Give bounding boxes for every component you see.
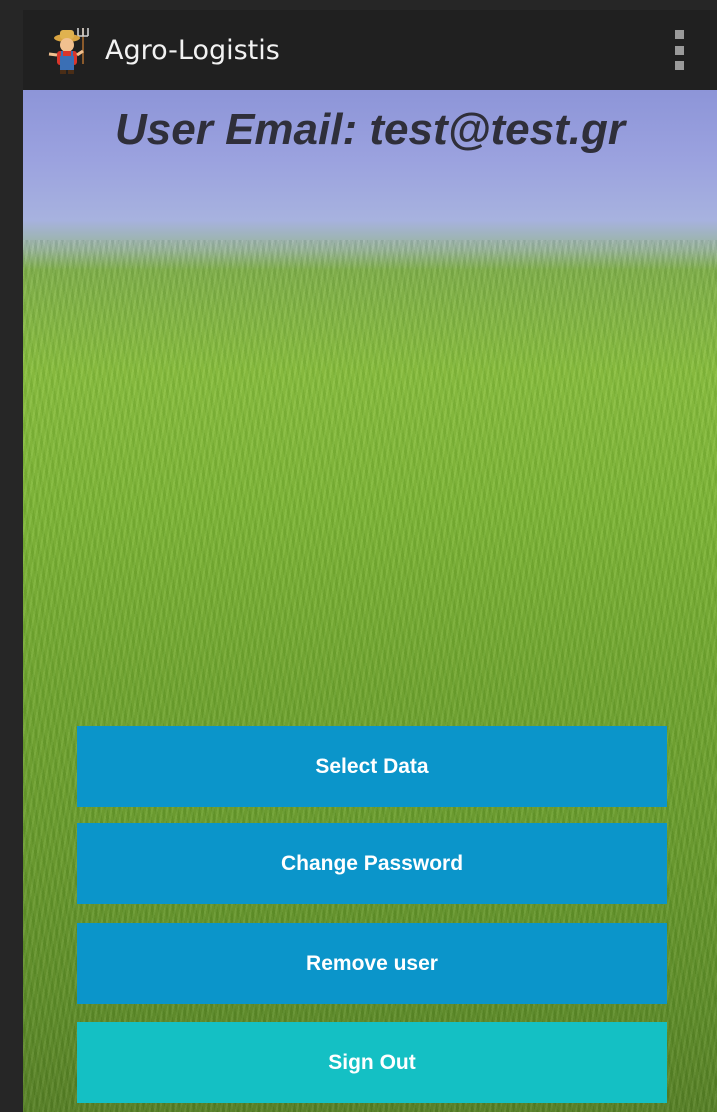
device-frame: Agro-Logistis User Email: test@test.gr S… — [0, 0, 717, 1112]
left-bezel — [0, 0, 23, 1112]
change-password-button[interactable]: Change Password — [77, 823, 667, 904]
app-window: Agro-Logistis User Email: test@test.gr S… — [23, 10, 717, 1112]
select-data-button[interactable]: Select Data — [77, 726, 667, 807]
remove-user-button[interactable]: Remove user — [77, 923, 667, 1004]
overflow-menu-icon[interactable] — [673, 30, 685, 70]
app-title: Agro-Logistis — [105, 34, 280, 66]
main-content: User Email: test@test.gr Select Data Cha… — [23, 90, 717, 1112]
status-edge — [0, 0, 717, 10]
action-bar: Agro-Logistis — [23, 10, 717, 90]
user-email-label: User Email: test@test.gr — [115, 105, 625, 154]
sign-out-button[interactable]: Sign Out — [77, 1022, 667, 1103]
farmer-icon — [43, 24, 95, 76]
